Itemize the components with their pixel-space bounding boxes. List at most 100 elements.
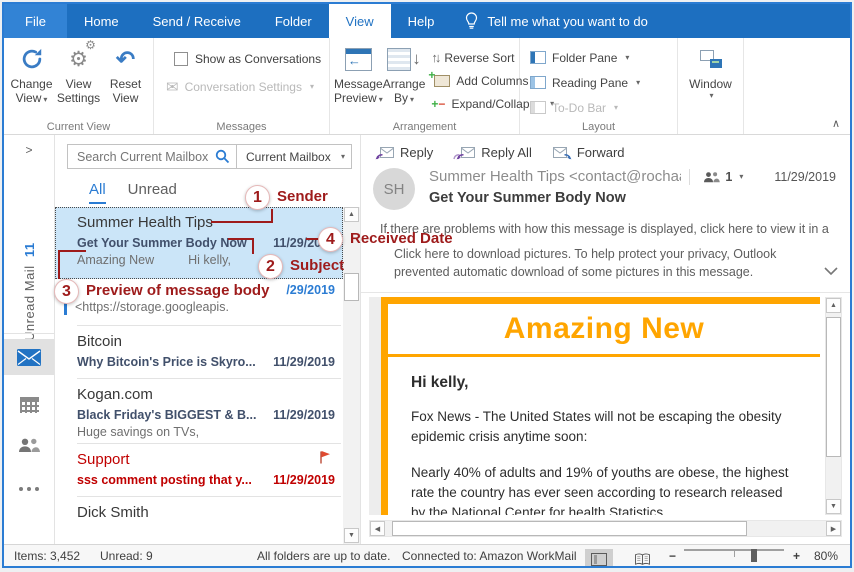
people-icon: [18, 437, 40, 453]
list-scrollbar-thumb[interactable]: [344, 273, 359, 301]
scroll-down-icon[interactable]: ▼: [344, 528, 359, 543]
response-actions: Reply Reply All Forward: [361, 135, 850, 162]
infobar-download-pictures[interactable]: Click here to download pictures. To help…: [394, 245, 790, 281]
window-label: Window: [689, 77, 732, 91]
reading-view-button[interactable]: [628, 549, 656, 566]
message-preview-button[interactable]: Message Preview▾: [334, 41, 383, 105]
message-item[interactable]: Bitcoin Why Bitcoin's Price is Skyro... 1…: [55, 326, 343, 378]
folder-pane-label: Folder Pane: [552, 50, 618, 65]
annotation-line-preview: [58, 250, 60, 279]
recipients-icon: [703, 171, 721, 183]
dropdown-arrow-icon: ▾: [340, 152, 345, 161]
tab-folder[interactable]: Folder: [258, 4, 329, 38]
header-divider: [689, 168, 691, 185]
dropdown-arrow-icon: ▾: [709, 91, 714, 101]
down-arrow-icon: ↓: [412, 48, 421, 68]
message-sender: Bitcoin: [77, 333, 123, 350]
group-current-view: Change View ▾ ⚙ ⚙ View Settings ↶ Reset Vi…: [4, 38, 154, 134]
annotation-circle-3: 3: [54, 279, 79, 304]
reading-pane: Reply Reply All Forward SH Summer Health…: [361, 135, 850, 544]
folder-pane-button[interactable]: Folder Pane ▾: [530, 47, 673, 68]
message-subject-line: Get Your Summer Body Now: [429, 190, 626, 206]
search-input[interactable]: Search Current Mailbox: [67, 144, 237, 169]
body-vscroll-thumb[interactable]: [826, 317, 841, 457]
reading-pane-button[interactable]: Reading Pane ▾: [530, 72, 673, 93]
reply-all-button[interactable]: Reply All: [453, 145, 532, 160]
people-nav-button[interactable]: [4, 427, 54, 463]
zoom-percentage[interactable]: 80%: [814, 549, 838, 563]
tab-unread[interactable]: Unread: [128, 181, 177, 204]
scroll-down-icon[interactable]: ▼: [826, 499, 841, 514]
scroll-left-icon[interactable]: ◀: [370, 521, 385, 536]
scroll-up-icon[interactable]: ▲: [826, 298, 841, 313]
message-item-flagged[interactable]: Support sss comment posting that y... 11/…: [55, 444, 343, 496]
calendar-nav-button[interactable]: [4, 387, 54, 423]
tab-view[interactable]: View: [328, 4, 391, 38]
show-as-conversations-checkbox[interactable]: Show as Conversations: [174, 52, 321, 66]
search-icon[interactable]: [215, 149, 230, 164]
unread-mail-count: 11: [21, 242, 37, 258]
message-subject: sss comment posting that y...: [77, 472, 252, 487]
recipient-count[interactable]: 1: [725, 170, 732, 184]
reply-all-label: Reply All: [481, 145, 532, 160]
list-scrollbar[interactable]: ▲ ▼: [343, 207, 360, 544]
tab-home[interactable]: Home: [67, 4, 136, 38]
tab-file[interactable]: File: [4, 4, 67, 38]
mail-nav-button[interactable]: [4, 339, 54, 375]
collapse-ribbon-icon[interactable]: ∧: [832, 117, 840, 130]
message-item[interactable]: Kogan.com Black Friday's BIGGEST & B... 1…: [55, 379, 343, 443]
reply-button[interactable]: Reply: [375, 145, 433, 160]
chevron-down-icon[interactable]: [824, 263, 838, 281]
reset-view-icon: ↶: [115, 45, 136, 72]
email-body-heading: Amazing New: [388, 304, 820, 357]
annotation-line-subject: [252, 238, 254, 254]
tab-all[interactable]: All: [89, 181, 106, 204]
zoom-out-button[interactable]: −: [669, 549, 676, 563]
unread-mail-label: Unread Mail: [21, 265, 37, 341]
avatar[interactable]: SH: [373, 168, 415, 210]
dropdown-arrow-icon: ▾: [410, 95, 415, 105]
body-horizontal-scrollbar[interactable]: ◀ ▶: [369, 520, 842, 537]
message-date: /29/2019: [286, 283, 335, 297]
forward-button[interactable]: Forward: [552, 145, 625, 160]
avatar-initials: SH: [383, 180, 405, 198]
expand-folder-pane-icon[interactable]: >: [4, 143, 54, 157]
view-settings-button[interactable]: ⚙ ⚙ View Settings: [55, 39, 102, 105]
change-view-button[interactable]: Change View ▾: [8, 41, 55, 105]
scroll-right-icon[interactable]: ▶: [826, 521, 841, 536]
dropdown-arrow-icon: ▾: [614, 103, 619, 112]
more-icon: [19, 487, 39, 491]
scroll-up-icon[interactable]: ▲: [344, 207, 359, 222]
tab-send-receive[interactable]: Send / Receive: [136, 4, 258, 38]
tell-me-box[interactable]: Tell me what you want to do: [465, 4, 648, 38]
reply-icon: [375, 146, 395, 160]
dropdown-arrow-icon: ▾: [309, 82, 314, 91]
group-window: Window ▾: [678, 38, 744, 134]
arrange-by-button[interactable]: ↓ Arrange By ▾: [383, 41, 425, 105]
body-hscroll-thumb[interactable]: [392, 521, 747, 536]
message-item[interactable]: Dick Smith: [55, 497, 343, 537]
ribbon-tab-bar: File Home Send / Receive Folder View Hel…: [4, 4, 850, 38]
annotation-label-preview: Preview of message body: [86, 282, 270, 299]
todo-bar-label: To-Do Bar: [552, 100, 607, 115]
reset-view-button[interactable]: ↶ Reset View: [102, 41, 149, 105]
annotation-circle-2: 2: [258, 254, 283, 279]
checkbox-icon: [174, 52, 188, 66]
window-button[interactable]: Window ▾: [685, 41, 737, 101]
email-body: Amazing New Hi kelly, Fox News - The Uni…: [381, 297, 820, 515]
tab-help[interactable]: Help: [391, 4, 452, 38]
body-vertical-scrollbar[interactable]: ▲ ▼: [825, 297, 842, 515]
dropdown-arrow-icon[interactable]: ▾: [739, 172, 743, 181]
zoom-in-button[interactable]: +: [793, 549, 800, 563]
message-header: SH Summer Health Tips <contact@rochaa 1 …: [361, 162, 850, 210]
conversation-settings-label: Conversation Settings: [184, 79, 302, 94]
zoom-slider-thumb[interactable]: [751, 549, 757, 562]
more-nav-button[interactable]: [4, 471, 54, 507]
unread-mail-shortcut[interactable]: Unread Mail 11: [4, 163, 54, 341]
annotation-circle-1: 1: [245, 185, 270, 210]
flag-icon[interactable]: [319, 450, 331, 467]
normal-view-button[interactable]: [585, 549, 613, 566]
reading-pane-label: Reading Pane: [552, 75, 629, 90]
items-count: Items: 3,452: [14, 549, 81, 563]
mailbox-scope-dropdown[interactable]: Current Mailbox ▾: [237, 144, 352, 169]
